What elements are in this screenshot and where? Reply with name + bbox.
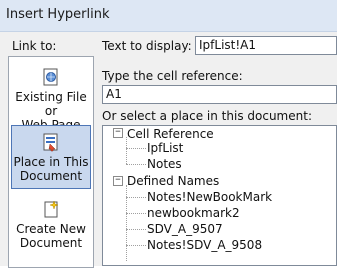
globe-file-icon xyxy=(43,68,58,86)
tree-item[interactable]: Notes!NewBookMark xyxy=(147,189,272,205)
cell-reference-label: Type the cell reference: xyxy=(102,69,243,83)
existing-file-or-web-page-button[interactable]: Existing File or Web Page xyxy=(11,59,91,132)
tree-group-defined-names[interactable]: Defined Names xyxy=(127,173,219,189)
create-new-document-button[interactable]: Create New Document xyxy=(11,193,91,257)
tree-connector xyxy=(126,164,146,165)
tree-item[interactable]: SDV_A_9507 xyxy=(147,221,223,237)
tree-item[interactable]: newbookmark2 xyxy=(147,205,240,221)
place-in-document-label-line2: Document xyxy=(19,169,83,183)
tree-item[interactable]: Notes!SDV_A_9508 xyxy=(147,237,262,253)
place-in-document-label-line1: Place in This xyxy=(13,155,89,169)
cell-reference-input[interactable]: A1 xyxy=(102,85,337,104)
window-title: Insert Hyperlink xyxy=(6,7,110,22)
existing-file-label-line1: Existing File or xyxy=(15,90,87,118)
tree-connector xyxy=(126,197,146,198)
tree-connector xyxy=(126,213,146,214)
place-in-this-document-button[interactable]: Place in This Document xyxy=(11,125,91,189)
tree-item[interactable]: Notes xyxy=(147,156,182,172)
create-new-label-line2: Document xyxy=(19,236,83,250)
new-document-icon xyxy=(44,200,59,218)
tree-item[interactable]: IpfList xyxy=(147,140,183,156)
title-bar: Insert Hyperlink xyxy=(0,0,337,32)
place-list-label: Or select a place in this document: xyxy=(102,109,312,123)
tree-connector xyxy=(126,229,146,230)
link-to-bar: Existing File or Web Page Place in This … xyxy=(8,56,94,268)
insert-hyperlink-dialog: Link to: Existing File or Web Page Place… xyxy=(0,32,337,268)
collapse-toggle-icon[interactable]: − xyxy=(113,128,123,138)
create-new-label-line1: Create New xyxy=(16,222,86,236)
link-to-label: Link to: xyxy=(12,39,57,53)
collapse-toggle-icon[interactable]: − xyxy=(113,176,123,186)
tree-connector xyxy=(126,245,146,246)
text-to-display-label: Text to display: xyxy=(102,39,192,53)
place-tree[interactable]: − Cell Reference IpfList Notes − Defined… xyxy=(102,125,337,266)
tree-connector xyxy=(126,148,146,149)
document-place-icon xyxy=(43,133,58,152)
text-to-display-input[interactable]: IpfList!A1 xyxy=(195,36,337,55)
